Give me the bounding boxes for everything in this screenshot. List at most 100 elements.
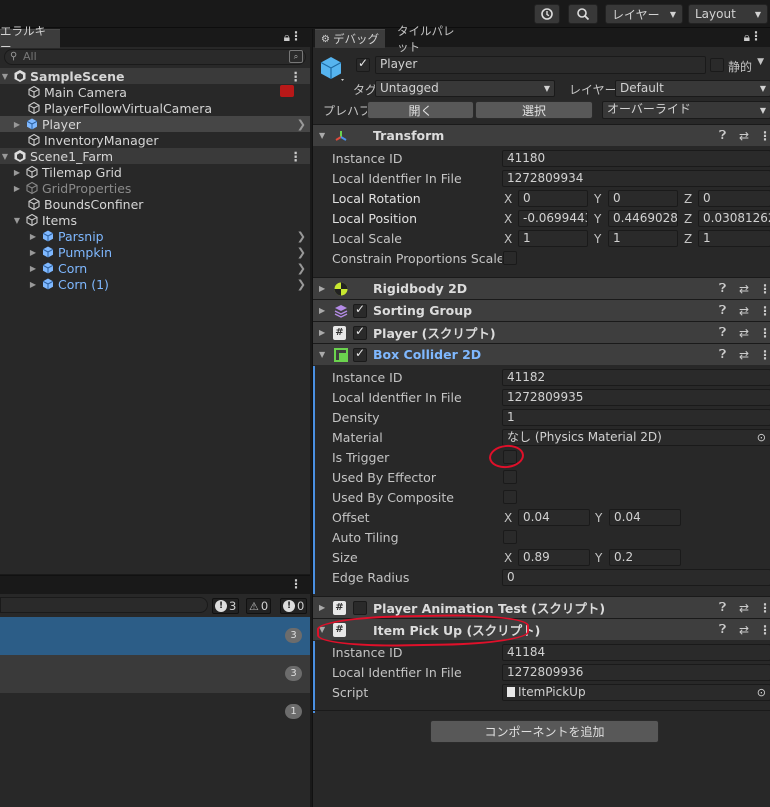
history-button[interactable] (534, 4, 560, 24)
material-object-field[interactable]: なし (Physics Material 2D) ⊙ (502, 429, 770, 446)
hierarchy-item[interactable]: Main Camera (0, 84, 310, 100)
scale-y-field[interactable]: 1 (608, 230, 678, 247)
object-picker-icon[interactable]: ⊙ (757, 685, 766, 700)
more-menu-icon[interactable]: ⋮ (759, 304, 770, 318)
rotation-x-field[interactable]: 0 (518, 190, 588, 207)
expand-arrow-icon[interactable]: ▼ (319, 350, 325, 359)
console-entry[interactable]: 3 (0, 617, 310, 655)
help-icon[interactable]: ❓︎ (719, 281, 726, 296)
expand-arrow-icon[interactable]: ▼ (0, 72, 10, 81)
help-icon[interactable]: ❓︎ (719, 128, 726, 143)
axis-z-label[interactable]: Z (684, 232, 692, 246)
expand-arrow-icon[interactable]: ▶ (12, 120, 22, 129)
position-x-field[interactable]: -0.06994436 (518, 210, 588, 227)
more-menu-icon[interactable]: ⋮ (759, 326, 770, 340)
component-header-box-collider2d[interactable]: ▼ Box Collider 2D ❓︎ ⇄ ⋮ (313, 343, 770, 365)
hierarchy-item-items[interactable]: ▼ Items (0, 212, 310, 228)
help-icon[interactable]: ❓︎ (719, 325, 726, 340)
expand-arrow-icon[interactable]: ▼ (12, 216, 22, 225)
help-icon[interactable]: ❓︎ (719, 347, 726, 362)
tab-debug[interactable]: ⚙ デバッグ (315, 29, 385, 48)
local-id-field[interactable]: 1272809934 (502, 170, 770, 187)
axis-y-label[interactable]: Y (595, 511, 602, 525)
offset-x-field[interactable]: 0.04 (518, 509, 590, 526)
hierarchy-item-prefab[interactable]: ▶ Parsnip ❯ (0, 228, 310, 244)
size-x-field[interactable]: 0.89 (518, 549, 590, 566)
position-y-field[interactable]: 0.4469028 (608, 210, 678, 227)
density-field[interactable]: 1 (502, 409, 770, 426)
more-menu-icon[interactable]: ⋮ (759, 601, 770, 615)
object-name-input[interactable]: Player (375, 56, 706, 74)
hierarchy-item[interactable]: InventoryManager (0, 132, 310, 148)
axis-y-label[interactable]: Y (594, 232, 601, 246)
hierarchy-item-player[interactable]: ▶ Player ❯ (0, 116, 310, 132)
hierarchy-item[interactable]: ▶ GridProperties (0, 180, 310, 196)
axis-y-label[interactable]: Y (595, 551, 602, 565)
axis-x-label[interactable]: X (504, 232, 512, 246)
chevron-right-icon[interactable]: ❯ (297, 246, 306, 259)
more-menu-icon[interactable]: ⋮ (290, 149, 303, 164)
auto-tiling-checkbox[interactable] (503, 530, 517, 544)
axis-x-label[interactable]: X (504, 511, 512, 525)
axis-y-label[interactable]: Y (594, 192, 601, 206)
expand-arrow-icon[interactable]: ▶ (319, 328, 325, 337)
help-icon[interactable]: ❓︎ (719, 622, 726, 637)
layer-dropdown[interactable]: Default ▼ (615, 80, 770, 97)
log-count-toggle[interactable]: ! 3 (212, 598, 240, 614)
prefab-select-button[interactable]: 選択 (475, 101, 593, 119)
hierarchy-item[interactable]: ▶ Tilemap Grid (0, 164, 310, 180)
more-menu-icon[interactable]: ⋮ (750, 29, 762, 43)
expand-arrow-icon[interactable]: ▶ (12, 184, 22, 193)
tag-dropdown[interactable]: Untagged ▼ (375, 80, 555, 97)
axis-z-label[interactable]: Z (684, 192, 692, 206)
component-enabled-checkbox[interactable] (353, 302, 367, 318)
axis-x-label[interactable]: X (504, 212, 512, 226)
hierarchy-search-input[interactable]: ⚲ All ⌕ (4, 49, 306, 65)
chevron-right-icon[interactable]: ❯ (297, 278, 306, 291)
layers-dropdown[interactable]: レイヤー ▼ (605, 4, 683, 24)
preset-icon[interactable]: ⇄ (739, 282, 749, 296)
error-count-toggle[interactable]: ! 0 (280, 598, 308, 614)
expand-arrow-icon[interactable]: ▶ (28, 280, 38, 289)
static-checkbox[interactable] (710, 58, 724, 72)
axis-z-label[interactable]: Z (684, 212, 692, 226)
more-menu-icon[interactable]: ⋮ (759, 129, 770, 143)
local-id-field[interactable]: 1272809935 (502, 389, 770, 406)
script-object-field[interactable]: ItemPickUp ⊙ (502, 684, 770, 701)
used-by-composite-checkbox[interactable] (503, 490, 517, 504)
used-by-effector-checkbox[interactable] (503, 470, 517, 484)
local-id-field[interactable]: 1272809936 (502, 664, 770, 681)
hierarchy-item[interactable]: PlayerFollowVirtualCamera (0, 100, 310, 116)
axis-y-label[interactable]: Y (594, 212, 601, 226)
chevron-right-icon[interactable]: ❯ (297, 262, 306, 275)
object-picker-icon[interactable]: ⊙ (757, 430, 766, 445)
preset-icon[interactable]: ⇄ (739, 304, 749, 318)
axis-x-label[interactable]: X (504, 192, 512, 206)
component-header-transform[interactable]: ▼ Transform ❓︎ ⇄ ⋮ (313, 124, 770, 146)
overrides-dropdown[interactable]: オーバーライド ▼ (602, 101, 770, 119)
console-search-input[interactable] (0, 597, 208, 613)
expand-arrow-icon[interactable]: ▶ (319, 284, 325, 293)
component-enabled-checkbox[interactable] (353, 346, 367, 362)
size-y-field[interactable]: 0.2 (609, 549, 681, 566)
more-menu-icon[interactable]: ⋮ (290, 29, 302, 43)
expand-arrow-icon[interactable]: ▶ (12, 168, 22, 177)
layout-dropdown[interactable]: Layout ▼ (688, 4, 768, 24)
axis-x-label[interactable]: X (504, 551, 512, 565)
instance-id-field[interactable]: 41180 (502, 150, 770, 167)
preset-icon[interactable]: ⇄ (739, 326, 749, 340)
scale-x-field[interactable]: 1 (518, 230, 588, 247)
expand-arrow-icon[interactable]: ▶ (319, 603, 325, 612)
position-z-field[interactable]: 0.03081262 (698, 210, 770, 227)
more-menu-icon[interactable]: ⋮ (290, 577, 302, 591)
hierarchy-scene-farm[interactable]: ▼ Scene1_Farm ⋮ (0, 148, 310, 164)
help-icon[interactable]: ❓︎ (719, 600, 726, 615)
constrain-scale-checkbox[interactable] (503, 251, 517, 265)
hierarchy-item-prefab[interactable]: ▶ Pumpkin ❯ (0, 244, 310, 260)
hierarchy-item-prefab[interactable]: ▶ Corn (1) ❯ (0, 276, 310, 292)
component-enabled-checkbox[interactable] (353, 324, 367, 340)
component-header-player-animation-test[interactable]: ▶ # Player Animation Test (スクリプト) ❓︎ ⇄ ⋮ (313, 596, 770, 618)
hierarchy-item-prefab[interactable]: ▶ Corn ❯ (0, 260, 310, 276)
component-header-player-script[interactable]: ▶ # Player (スクリプト) ❓︎ ⇄ ⋮ (313, 321, 770, 343)
tab-tile-palette[interactable]: タイルパレット (391, 24, 471, 54)
